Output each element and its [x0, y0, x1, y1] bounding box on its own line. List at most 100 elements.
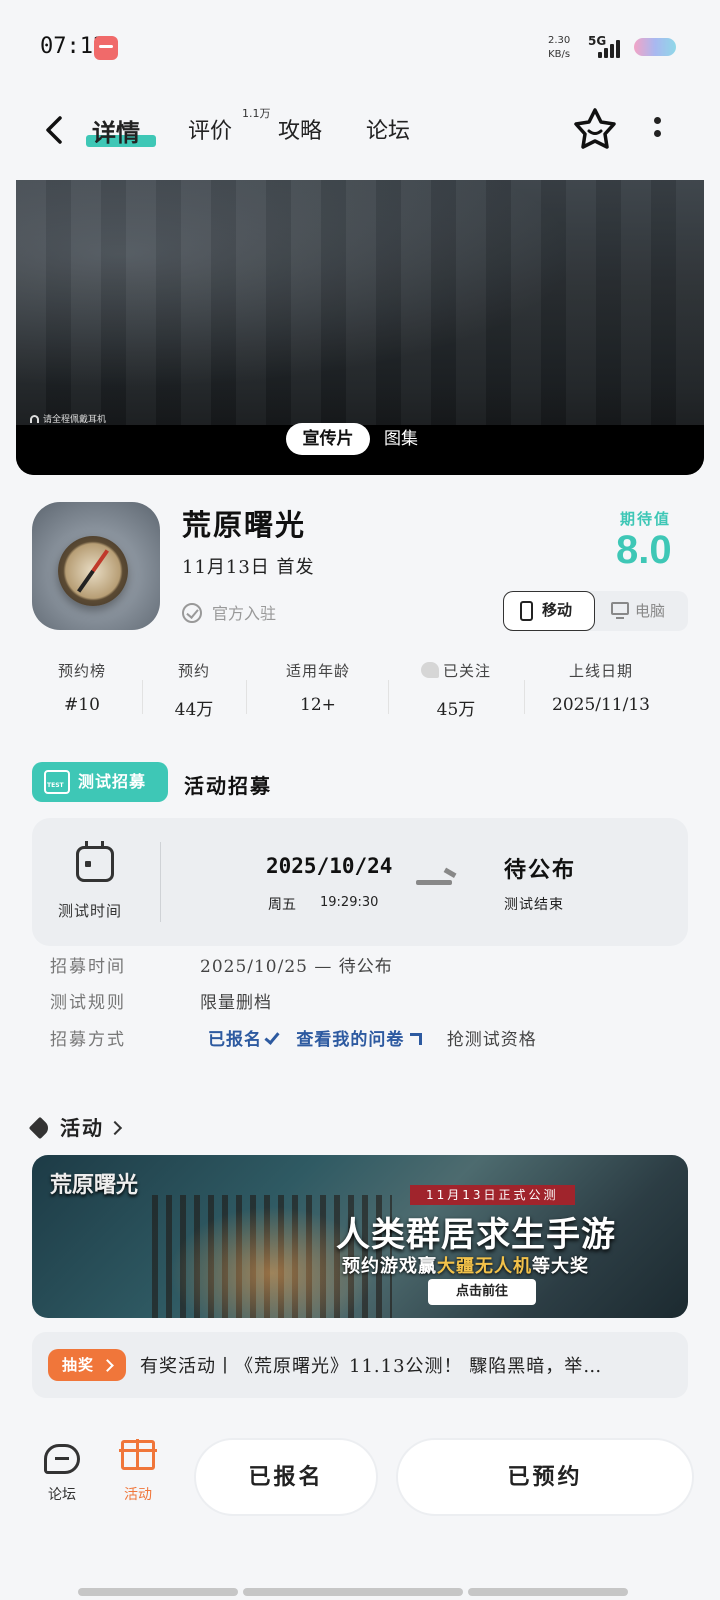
test-recruit-badge: 测试招募: [32, 762, 168, 802]
release-date: 11月13日 首发: [182, 557, 315, 578]
banner-launch-tag: 11月13日正式公测: [410, 1185, 575, 1205]
banner-subline: 预约游戏赢大疆无人机等大奖: [342, 1252, 589, 1278]
pin-icon: [28, 1116, 52, 1140]
test-start-date: 2025/10/24: [266, 854, 393, 878]
stat-age-label: 适用年龄: [285, 662, 350, 680]
app-notification-icon: [94, 36, 118, 60]
expectation-label: 期待值: [620, 510, 672, 528]
top-nav: 详情 评价 1.1万 攻略 论坛: [0, 95, 720, 165]
stat-launch-date: 上线日期 2025/11/13: [546, 660, 656, 715]
tab-details[interactable]: 详情: [92, 113, 140, 148]
status-bar: 07:12 2.30 KB/s 5G: [0, 0, 720, 90]
bottom-activity-button[interactable]: 活动: [116, 1439, 160, 1504]
network-speed: 2.30 KB/s: [548, 34, 570, 62]
stat-age-value: 12+: [300, 695, 336, 715]
bottom-activity-label: 活动: [124, 1487, 152, 1503]
external-arrow-icon: [410, 1033, 423, 1045]
home-indicator: [243, 1588, 463, 1596]
stat-rank-value: #10: [64, 695, 100, 715]
signed-up-button[interactable]: 已报名: [194, 1438, 378, 1516]
stat-divider: [388, 680, 389, 714]
monitor-icon: [611, 602, 629, 619]
card-divider: [160, 842, 161, 922]
verified-check-icon: [182, 603, 202, 623]
tab-forum[interactable]: 论坛: [366, 113, 410, 145]
star-favorite-icon[interactable]: [572, 107, 618, 151]
activity-section-header[interactable]: 活动: [28, 1112, 123, 1141]
stat-rank-label: 预约榜: [57, 662, 106, 680]
network-speed-unit: KB/s: [548, 49, 571, 60]
test-rule-value: 限量删档: [200, 993, 272, 1013]
stat-launch-value: 2025/11/13: [552, 695, 650, 715]
view-survey-text: 查看我的问卷: [296, 1030, 405, 1050]
reserved-button[interactable]: 已预约: [396, 1438, 694, 1516]
stat-age-rating: 适用年龄 12+: [276, 660, 360, 715]
platform-pc-label: 电脑: [635, 602, 666, 620]
test-recruit-badge-label: 测试招募: [78, 772, 147, 791]
stat-reservations-value: 44万: [174, 700, 214, 720]
home-indicator: [468, 1588, 628, 1596]
signed-up-status: 已报名: [208, 1029, 280, 1050]
stat-launch-label: 上线日期: [568, 662, 633, 680]
signed-up-text: 已报名: [208, 1030, 262, 1050]
bottom-action-bar: 论坛 活动 已报名 已预约: [0, 1420, 720, 1540]
stat-divider: [142, 680, 143, 714]
bottom-forum-button[interactable]: 论坛: [40, 1444, 84, 1504]
segment-gallery[interactable]: 图集: [384, 423, 418, 455]
banner-go-button[interactable]: 点击前往: [428, 1279, 536, 1305]
checkmark-icon: [264, 1029, 280, 1045]
promo-video[interactable]: 请全程佩戴耳机 宣传片 图集: [16, 180, 704, 475]
platform-mobile-button[interactable]: 移动: [503, 591, 595, 631]
tab-guides[interactable]: 攻略: [278, 113, 322, 145]
lottery-tag: 抽奖: [48, 1349, 126, 1381]
reviews-count-badge: 1.1万: [242, 107, 271, 120]
stat-rank[interactable]: 预约榜 #10: [52, 660, 112, 715]
activity-heading-text: 活动: [60, 1116, 104, 1140]
headphone-icon: [30, 415, 39, 423]
phone-icon: [520, 601, 533, 621]
more-options-icon[interactable]: [654, 117, 662, 141]
bottom-forum-label: 论坛: [48, 1487, 76, 1503]
gift-icon: [119, 1439, 157, 1470]
banner-headline: 人类群居求生手游: [336, 1215, 616, 1255]
segment-promo-video[interactable]: 宣传片: [286, 423, 370, 455]
recruit-title: 活动招募: [184, 774, 272, 798]
battery-icon: [634, 38, 676, 56]
platform-switch: 移动 电脑: [503, 591, 688, 631]
test-time-label: 测试时间: [58, 902, 123, 920]
calendar-icon: [76, 841, 114, 882]
stat-divider: [524, 680, 525, 714]
game-title: 荒原曙光: [182, 508, 307, 542]
lottery-text: 有奖活动丨《荒原曙光》11.13公测！ 驟陷黑暗，举…: [140, 1356, 603, 1377]
lottery-item[interactable]: 抽奖 有奖活动丨《荒原曙光》11.13公测！ 驟陷黑暗，举…: [32, 1332, 688, 1398]
recruit-period-value: 2025/10/25 — 待公布: [200, 957, 393, 977]
tab-reviews[interactable]: 评价: [188, 113, 232, 145]
stat-followed-value: 45万: [436, 700, 476, 720]
test-rule-label: 测试规则: [50, 993, 126, 1013]
stat-followed-label: 已关注: [442, 662, 491, 680]
activity-banner[interactable]: 荒原曙光 11月13日正式公测 人类群居求生手游 预约游戏赢大疆无人机等大奖 点…: [32, 1155, 688, 1318]
test-end-status: 待公布: [504, 857, 577, 883]
game-app-icon: [32, 502, 160, 630]
platform-mobile-label: 移动: [542, 601, 573, 619]
network-speed-value: 2.30: [548, 35, 571, 46]
back-arrow-icon[interactable]: [40, 115, 70, 145]
test-time-card: 测试时间 2025/10/24 周五 19:29:30 待公布 测试结束: [32, 818, 688, 946]
compass-image: [58, 536, 128, 606]
official-verified: 官方入驻: [182, 600, 276, 624]
stat-reservations: 预约 44万: [166, 660, 222, 720]
banner-sub-highlight: 大疆无人机: [437, 1256, 532, 1277]
stat-followed[interactable]: 已关注 45万: [412, 660, 500, 720]
home-indicator: [78, 1588, 238, 1596]
test-start-weekday: 周五: [268, 897, 296, 913]
stat-divider: [246, 680, 247, 714]
chat-bubble-icon: [44, 1444, 80, 1474]
view-survey-link[interactable]: 查看我的问卷: [296, 1030, 423, 1050]
banner-sub-pre: 预约游戏赢: [342, 1256, 437, 1277]
recruit-period-label: 招募时间: [50, 957, 126, 977]
platform-pc-button[interactable]: 电脑: [603, 591, 688, 631]
headphone-notice: 请全程佩戴耳机: [30, 412, 106, 425]
recruit-method-values: 已报名 查看我的问卷 抢测试资格: [208, 1025, 537, 1050]
test-icon: [44, 770, 70, 794]
test-start-time: 19:29:30: [320, 895, 379, 910]
